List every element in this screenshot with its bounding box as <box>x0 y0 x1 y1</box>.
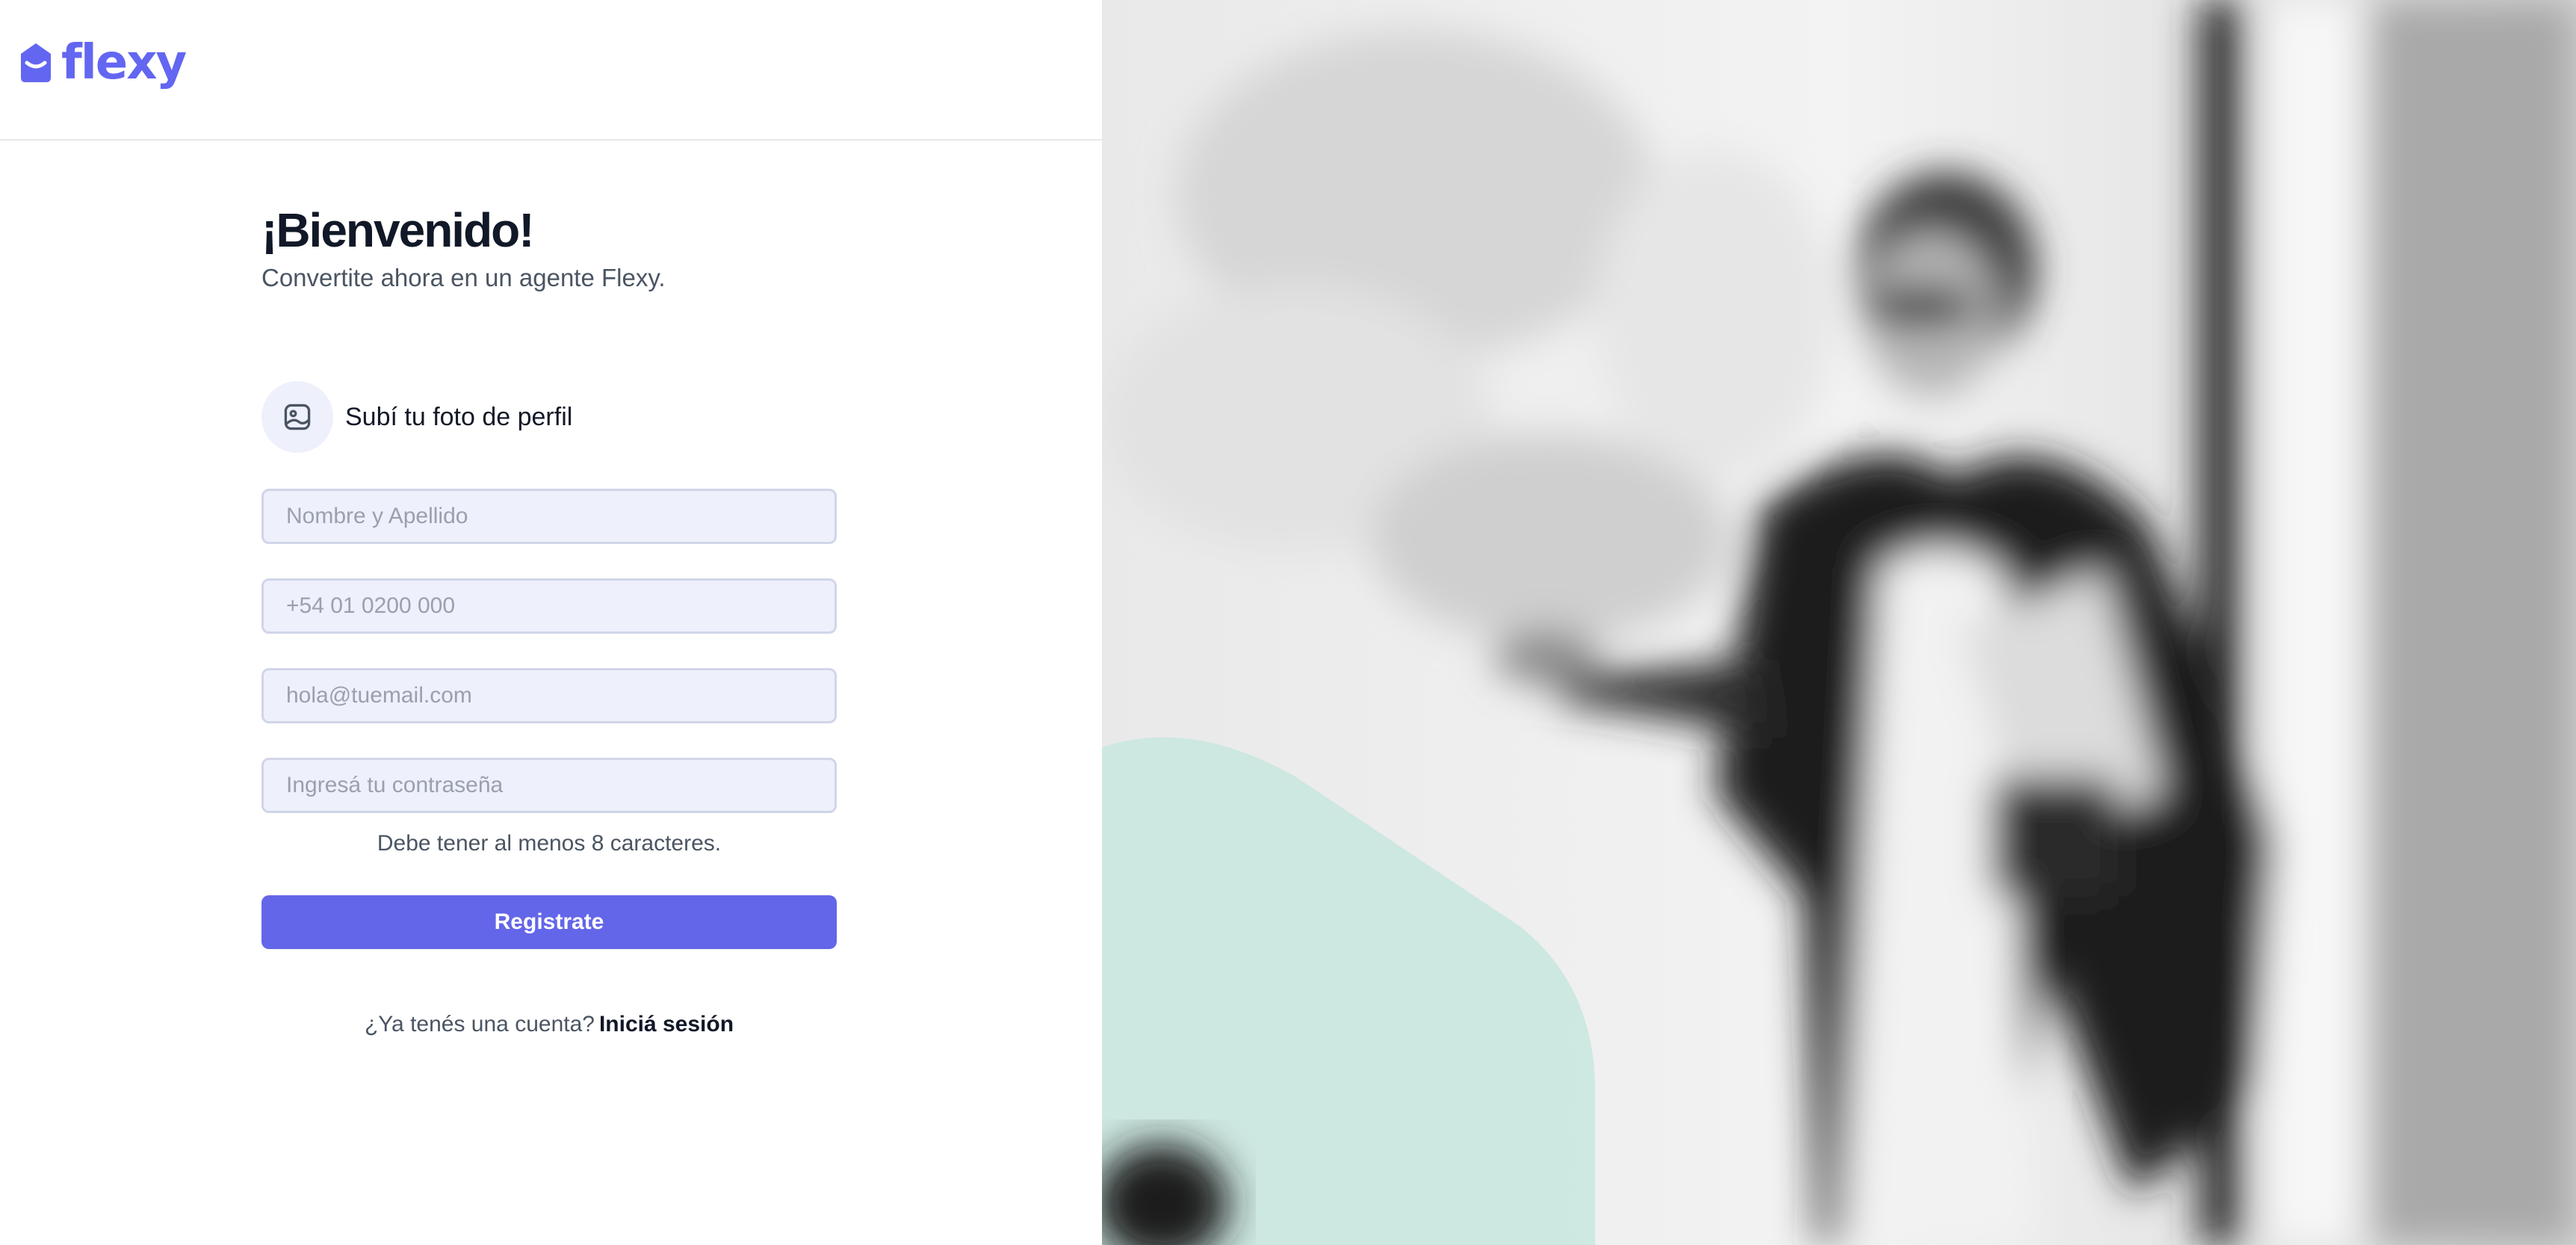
email-input[interactable] <box>261 668 837 723</box>
brand-logo[interactable]: flexy <box>16 35 187 90</box>
password-hint: Debe tener al menos 8 caracteres. <box>377 831 722 856</box>
signin-question: ¿Ya tenés una cuenta? <box>364 1012 595 1037</box>
upload-avatar-circle[interactable] <box>261 381 333 453</box>
password-input[interactable] <box>261 758 837 813</box>
mailbox-logo-icon <box>21 43 51 82</box>
register-button[interactable]: Registrate <box>261 895 837 949</box>
signin-prompt: ¿Ya tenés una cuenta? Iniciá sesión <box>261 1012 837 1037</box>
full-name-input[interactable] <box>261 489 837 544</box>
signup-form: ¡Bienvenido! Convertite ahora en un agen… <box>261 200 837 1037</box>
blurred-person-photo <box>1102 0 2576 1245</box>
brand-name: flexy <box>61 35 187 90</box>
image-upload-icon <box>284 404 311 430</box>
signup-panel: flexy ¡Bienvenido! Convertite ahora en u… <box>0 0 1102 1245</box>
top-bar: flexy <box>0 0 1102 140</box>
profile-photo-upload[interactable]: Subí tu foto de perfil <box>261 381 572 453</box>
page-subtitle: Convertite ahora en un agente Flexy. <box>261 264 666 291</box>
upload-photo-label: Subí tu foto de perfil <box>345 402 573 431</box>
hero-image <box>1102 0 2576 1245</box>
phone-input[interactable] <box>261 578 837 634</box>
page-title: ¡Bienvenido! <box>261 203 535 257</box>
signin-link[interactable]: Iniciá sesión <box>599 1012 734 1037</box>
